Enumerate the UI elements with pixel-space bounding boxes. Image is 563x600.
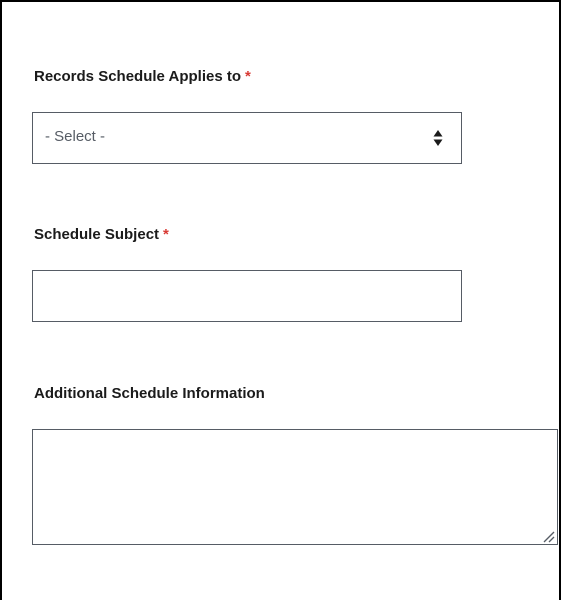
- select-current-value: - Select -: [45, 128, 106, 145]
- schedule-subject-label-text: Schedule Subject: [34, 226, 160, 243]
- schedule-subject-input[interactable]: [32, 270, 462, 322]
- required-marker: *: [245, 68, 251, 85]
- additional-info-textarea[interactable]: [32, 429, 558, 545]
- resize-grip-icon[interactable]: [542, 530, 555, 543]
- additional-info-label-text: Additional Schedule Information: [34, 385, 265, 402]
- additional-info-label: Additional Schedule Information: [34, 385, 265, 402]
- sort-arrows-icon: [433, 130, 443, 146]
- form-container: Records Schedule Applies to * - Select - …: [0, 0, 561, 600]
- schedule-subject-label: Schedule Subject *: [34, 226, 169, 243]
- schedule-applies-to-select[interactable]: - Select -: [32, 112, 462, 164]
- schedule-applies-to-label: Records Schedule Applies to *: [34, 68, 251, 85]
- schedule-applies-to-label-text: Records Schedule Applies to: [34, 68, 241, 85]
- required-marker: *: [163, 226, 169, 243]
